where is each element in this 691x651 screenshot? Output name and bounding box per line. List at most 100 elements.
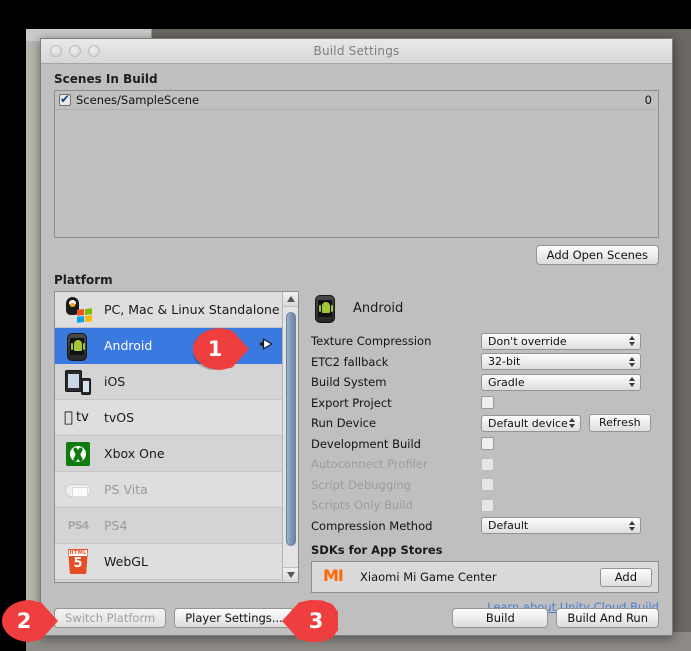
platform-label: tvOS bbox=[104, 410, 135, 425]
scripts-only-build-checkbox bbox=[481, 498, 494, 512]
setting-label: Script Debugging bbox=[311, 477, 411, 492]
sdk-name: Xiaomi Mi Game Center bbox=[360, 570, 497, 584]
setting-compression-method: Compression Method Default bbox=[311, 516, 659, 537]
etc2-fallback-dropdown[interactable]: 32-bit bbox=[481, 353, 641, 371]
platform-label: Android bbox=[104, 338, 153, 353]
platform-label: PC, Mac & Linux Standalone bbox=[104, 302, 280, 317]
dropdown-value: Gradle bbox=[488, 375, 525, 389]
build-and-run-button[interactable]: Build And Run bbox=[556, 608, 659, 628]
add-open-scenes-row: Add Open Scenes bbox=[54, 245, 659, 265]
platform-row-ps-vita[interactable]: PS Vita bbox=[55, 472, 282, 508]
platform-label: PS Vita bbox=[104, 482, 148, 497]
webgl-icon: HTML 5 bbox=[63, 547, 93, 577]
scene-row[interactable]: Scenes/SampleScene 0 bbox=[55, 91, 658, 110]
scrollbar-thumb[interactable] bbox=[286, 312, 296, 546]
script-debugging-checkbox bbox=[481, 478, 494, 492]
build-settings-window: Build Settings Scenes In Build Scenes/Sa… bbox=[40, 38, 673, 636]
platform-label: Xbox One bbox=[104, 446, 165, 461]
setting-label: Compression Method bbox=[311, 518, 433, 533]
scene-name: Scenes/SampleScene bbox=[76, 93, 200, 107]
callout-number: 1 bbox=[207, 337, 223, 361]
setting-label: Texture Compression bbox=[311, 334, 432, 349]
refresh-button[interactable]: Refresh bbox=[589, 414, 651, 433]
xiaomi-mi-icon: MI bbox=[323, 566, 344, 585]
setting-etc2-fallback: ETC2 fallback 32-bit bbox=[311, 352, 659, 373]
platform-row-standalone[interactable]: PC, Mac & Linux Standalone bbox=[55, 292, 282, 328]
chevron-updown-icon bbox=[629, 520, 635, 531]
chevron-updown-icon bbox=[629, 356, 635, 367]
ios-icon bbox=[63, 367, 93, 397]
setting-label: Export Project bbox=[311, 395, 392, 410]
window-title: Build Settings bbox=[313, 44, 400, 58]
chevron-updown-icon bbox=[569, 418, 575, 429]
chevron-updown-icon bbox=[629, 336, 635, 347]
android-icon bbox=[63, 331, 93, 361]
setting-development-build: Development Build bbox=[311, 434, 659, 455]
setting-label: Run Device bbox=[311, 416, 377, 431]
compression-method-dropdown[interactable]: Default bbox=[481, 517, 641, 535]
add-sdk-button[interactable]: Add bbox=[599, 567, 652, 587]
platform-section-label: Platform bbox=[54, 273, 113, 287]
platform-list[interactable]: PC, Mac & Linux Standalone Android iOS t… bbox=[54, 291, 299, 583]
scenes-section-label: Scenes In Build bbox=[54, 72, 158, 86]
bottom-left-buttons: Switch Platform Player Settings... bbox=[54, 608, 294, 628]
dropdown-value: Default bbox=[488, 519, 529, 533]
bottom-button-bar: Switch Platform Player Settings... Build… bbox=[41, 601, 672, 635]
callout-marker-3: 3 bbox=[282, 600, 338, 642]
platform-row-tvos[interactable]: tv tvOS bbox=[55, 400, 282, 436]
tvos-icon: tv bbox=[64, 409, 89, 425]
dropdown-value: Default device bbox=[488, 416, 568, 430]
chevron-updown-icon bbox=[629, 377, 635, 388]
platform-label: WebGL bbox=[104, 554, 148, 569]
settings-rows: Texture Compression Don't override ETC2 … bbox=[311, 331, 659, 536]
setting-label: Build System bbox=[311, 375, 387, 390]
window-body: Scenes In Build Scenes/SampleScene 0 Add… bbox=[41, 72, 672, 635]
export-project-checkbox[interactable] bbox=[481, 396, 494, 410]
build-system-dropdown[interactable]: Gradle bbox=[481, 373, 641, 391]
add-open-scenes-button[interactable]: Add Open Scenes bbox=[535, 245, 659, 265]
callout-number: 3 bbox=[308, 609, 324, 633]
selected-platform-title: Android bbox=[353, 300, 404, 316]
setting-script-debugging: Script Debugging bbox=[311, 475, 659, 496]
setting-run-device: Run Device Default device Refresh bbox=[311, 413, 659, 434]
platform-settings-panel: Android Texture Compression Don't overri… bbox=[311, 291, 659, 614]
run-device-dropdown[interactable]: Default device bbox=[481, 414, 581, 432]
platform-row-facebook[interactable]: f Facebook bbox=[55, 580, 282, 584]
sdks-section-label: SDKs for App Stores bbox=[311, 543, 443, 557]
player-settings-button[interactable]: Player Settings... bbox=[174, 608, 294, 628]
scene-checkbox[interactable] bbox=[59, 92, 71, 106]
scene-index: 0 bbox=[644, 93, 652, 107]
platform-list-scrollbar[interactable] bbox=[282, 292, 298, 582]
selected-platform-header: Android bbox=[311, 291, 659, 325]
setting-label: ETC2 fallback bbox=[311, 354, 389, 369]
setting-export-project: Export Project bbox=[311, 393, 659, 414]
platform-row-ps4[interactable]: PS4 PS4 bbox=[55, 508, 282, 544]
setting-build-system: Build System Gradle bbox=[311, 372, 659, 393]
dropdown-value: 32-bit bbox=[488, 355, 521, 369]
sdk-entry-row: MI Xiaomi Mi Game Center Add bbox=[311, 561, 659, 593]
ps4-icon: PS4 bbox=[67, 518, 90, 532]
platform-label: PS4 bbox=[104, 518, 128, 533]
platform-area: PC, Mac & Linux Standalone Android iOS t… bbox=[54, 291, 659, 614]
xbox-icon bbox=[63, 439, 93, 469]
callout-marker-1: 1 bbox=[193, 328, 249, 370]
platform-row-xbox-one[interactable]: Xbox One bbox=[55, 436, 282, 472]
build-button[interactable]: Build bbox=[452, 608, 549, 628]
setting-label: Development Build bbox=[311, 436, 421, 451]
autoconnect-profiler-checkbox bbox=[481, 457, 494, 471]
platform-row-webgl[interactable]: HTML 5 WebGL bbox=[55, 544, 282, 580]
bottom-right-buttons: Build Build And Run bbox=[452, 608, 659, 628]
callout-marker-2: 2 bbox=[2, 600, 58, 642]
platform-label: iOS bbox=[104, 374, 126, 389]
switch-platform-button[interactable]: Switch Platform bbox=[54, 608, 167, 628]
window-title-bar: Build Settings bbox=[41, 39, 672, 64]
texture-compression-dropdown[interactable]: Don't override bbox=[481, 332, 641, 350]
scroll-up-icon[interactable] bbox=[283, 292, 298, 307]
setting-texture-compression: Texture Compression Don't override bbox=[311, 331, 659, 352]
dropdown-value: Don't override bbox=[488, 334, 567, 348]
scroll-down-icon[interactable] bbox=[283, 567, 298, 582]
development-build-checkbox[interactable] bbox=[481, 437, 494, 451]
facebook-icon: f bbox=[63, 583, 93, 584]
callout-number: 2 bbox=[16, 609, 32, 633]
scenes-list[interactable]: Scenes/SampleScene 0 bbox=[54, 90, 659, 238]
